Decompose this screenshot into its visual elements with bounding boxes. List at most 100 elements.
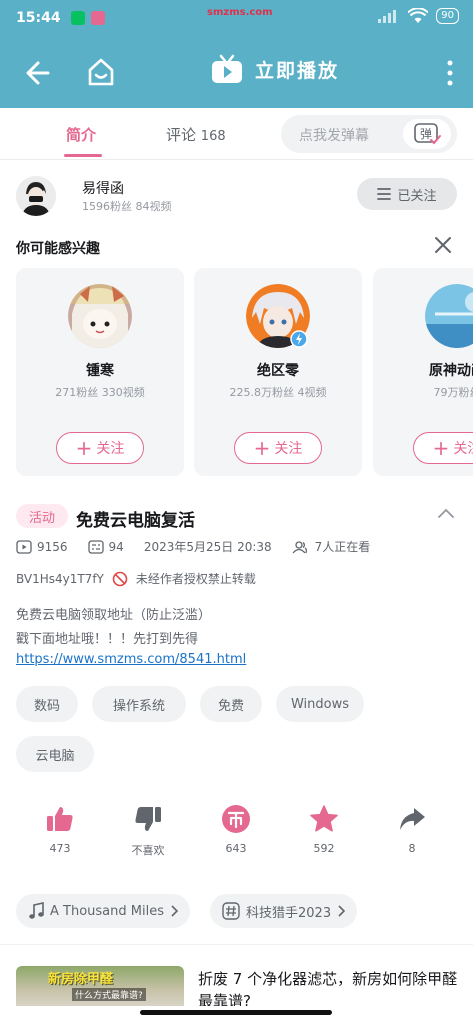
back-arrow-icon[interactable] [22, 58, 52, 88]
chevron-right-icon [338, 905, 346, 917]
followed-button[interactable]: 已关注 [357, 178, 457, 210]
music-note-icon [29, 902, 44, 919]
recommend-card[interactable]: 原神动画 79万粉丝 +关注 [373, 268, 473, 476]
activity-tag[interactable]: 活动 [16, 504, 68, 528]
wechat-status-icon [70, 11, 85, 25]
dislike-label: 不喜欢 [131, 844, 165, 857]
video-tag[interactable]: Windows [276, 686, 364, 722]
danmaku-input[interactable]: 点我发弹幕 弹 [281, 115, 457, 153]
video-tag[interactable]: 免费 [200, 686, 262, 722]
home-icon[interactable] [85, 56, 117, 88]
tab-comments-label: 评论 [166, 126, 197, 144]
thumbs-up-icon [47, 807, 73, 831]
follow-label: 关注 [96, 441, 125, 457]
bgm-pill[interactable]: A Thousand Miles [16, 894, 190, 928]
uploader-avatar-image [16, 176, 56, 216]
publish-date: 2023年5月25日 20:38 [143, 540, 272, 554]
close-icon[interactable] [434, 236, 452, 254]
recommend-follow-button[interactable]: +关注 [413, 432, 473, 464]
app-status-icon [90, 11, 105, 25]
share-count: 8 [408, 842, 416, 855]
coin-count: 643 [225, 842, 247, 855]
favorite-count: 592 [313, 842, 335, 855]
danmaku-count: 94 [108, 539, 124, 554]
chevron-right-icon [171, 905, 178, 917]
thumbnail-caption: 新房除甲醛 [48, 972, 114, 987]
danmaku-icon: 弹 [414, 123, 441, 145]
signal-icon [378, 10, 397, 23]
topic-pill[interactable]: 科技猎手2023 [210, 894, 358, 928]
comment-count: 168 [200, 129, 226, 144]
chevron-up-icon[interactable] [437, 506, 455, 520]
active-tab-indicator [64, 154, 102, 157]
description-link[interactable]: https://www.smzms.com/8541.html [16, 652, 246, 667]
video-title-row: 活动 免费云电脑复活 [16, 504, 457, 532]
play-now-button[interactable]: 立即播放 [211, 54, 339, 84]
bgm-song: A Thousand Miles [50, 903, 164, 919]
share-button[interactable]: 8 [374, 804, 450, 855]
status-time: 15:44 [16, 10, 61, 26]
tab-intro[interactable]: 简介 [66, 124, 96, 145]
more-menu-icon[interactable] [445, 58, 455, 88]
danmaku-count-icon [87, 539, 104, 554]
bvid-row: BV1Hs4y1T7fY 未经作者授权禁止转载 [16, 570, 256, 587]
favorite-button[interactable]: 592 [286, 804, 362, 855]
bvid: BV1Hs4y1T7fY [16, 571, 104, 586]
danmaku-settings-button[interactable]: 弹 [403, 119, 451, 149]
description-line: 戳下面地址哦！！！先打到先得 [16, 632, 199, 647]
recommend-card[interactable]: 绝区零 225.8万粉丝 4视频 + 关注 [194, 268, 362, 476]
topic-label: 科技猎手2023 [246, 905, 332, 921]
recommend-stats: 271粉丝 330视频 [55, 386, 145, 399]
like-button[interactable]: 473 [22, 804, 98, 855]
thumbs-down-icon [135, 807, 161, 831]
plus-icon: + [432, 436, 450, 460]
recommend-avatar [68, 284, 132, 348]
battery-indicator: 90 [436, 8, 459, 24]
watermark: smzms.com [207, 7, 273, 18]
recommend-follow-button[interactable]: +关注 [234, 432, 322, 464]
coin-button[interactable]: 643 [198, 804, 274, 855]
video-title: 免费云电脑复活 [76, 511, 195, 531]
video-tag[interactable]: 数码 [16, 686, 78, 722]
no-reprint-icon [112, 571, 128, 586]
tv-play-icon [212, 54, 242, 83]
thumbnail-subcaption: 什么方式最靠谱? [72, 988, 146, 1001]
dislike-button[interactable]: 不喜欢 [110, 804, 186, 858]
related-video-thumbnail[interactable]: 新房除甲醛 什么方式最靠谱? [16, 966, 184, 1006]
tab-bar: 简介 评论 168 点我发弹幕 弹 [0, 108, 473, 160]
recommend-name: 绝区零 [257, 363, 299, 379]
section-divider [0, 944, 473, 945]
uploader-name[interactable]: 易得函 [82, 178, 124, 198]
recommend-title: 你可能感兴趣 [16, 241, 100, 257]
video-tag[interactable]: 操作系统 [92, 686, 186, 722]
recommend-stats: 225.8万粉丝 4视频 [229, 386, 327, 399]
followed-label: 已关注 [397, 188, 437, 204]
video-tag[interactable]: 云电脑 [16, 736, 94, 772]
uploader-row: 易得函 1596粉丝 84视频 已关注 [0, 166, 473, 230]
menu-lines-icon [377, 188, 392, 200]
recommend-name: 原神动画 [429, 363, 473, 379]
tab-comments[interactable]: 评论 168 [166, 124, 226, 145]
recommend-follow-button[interactable]: +关注 [56, 432, 144, 464]
related-video-title[interactable]: 折废 7 个净化器滤芯，新房如何除甲醛最靠谱? [198, 968, 458, 1006]
follow-label: 关注 [453, 441, 473, 457]
recommend-avatar [425, 284, 473, 348]
star-icon [310, 805, 338, 832]
recommend-card[interactable]: 锺寒 271粉丝 330视频 + 关注 [16, 268, 184, 476]
hashtag-icon [222, 902, 240, 920]
play-now-label: 立即播放 [255, 59, 340, 82]
wifi-icon [408, 8, 429, 23]
play-count-icon [16, 539, 32, 554]
video-nav-bar: 立即播放 [0, 36, 473, 108]
like-count: 473 [49, 842, 71, 855]
recommend-name: 锺寒 [86, 363, 114, 379]
coin-icon [222, 805, 250, 833]
uploader-avatar[interactable] [16, 176, 56, 216]
share-icon [400, 808, 425, 830]
recommend-stats: 79万粉丝 [433, 386, 473, 399]
status-bar: 15:44 smzms.com 90 [0, 0, 473, 36]
plus-icon: + [253, 436, 271, 460]
uploader-stats: 1596粉丝 84视频 [82, 200, 172, 213]
verified-badge-icon [290, 330, 308, 348]
home-indicator[interactable] [140, 1010, 332, 1015]
